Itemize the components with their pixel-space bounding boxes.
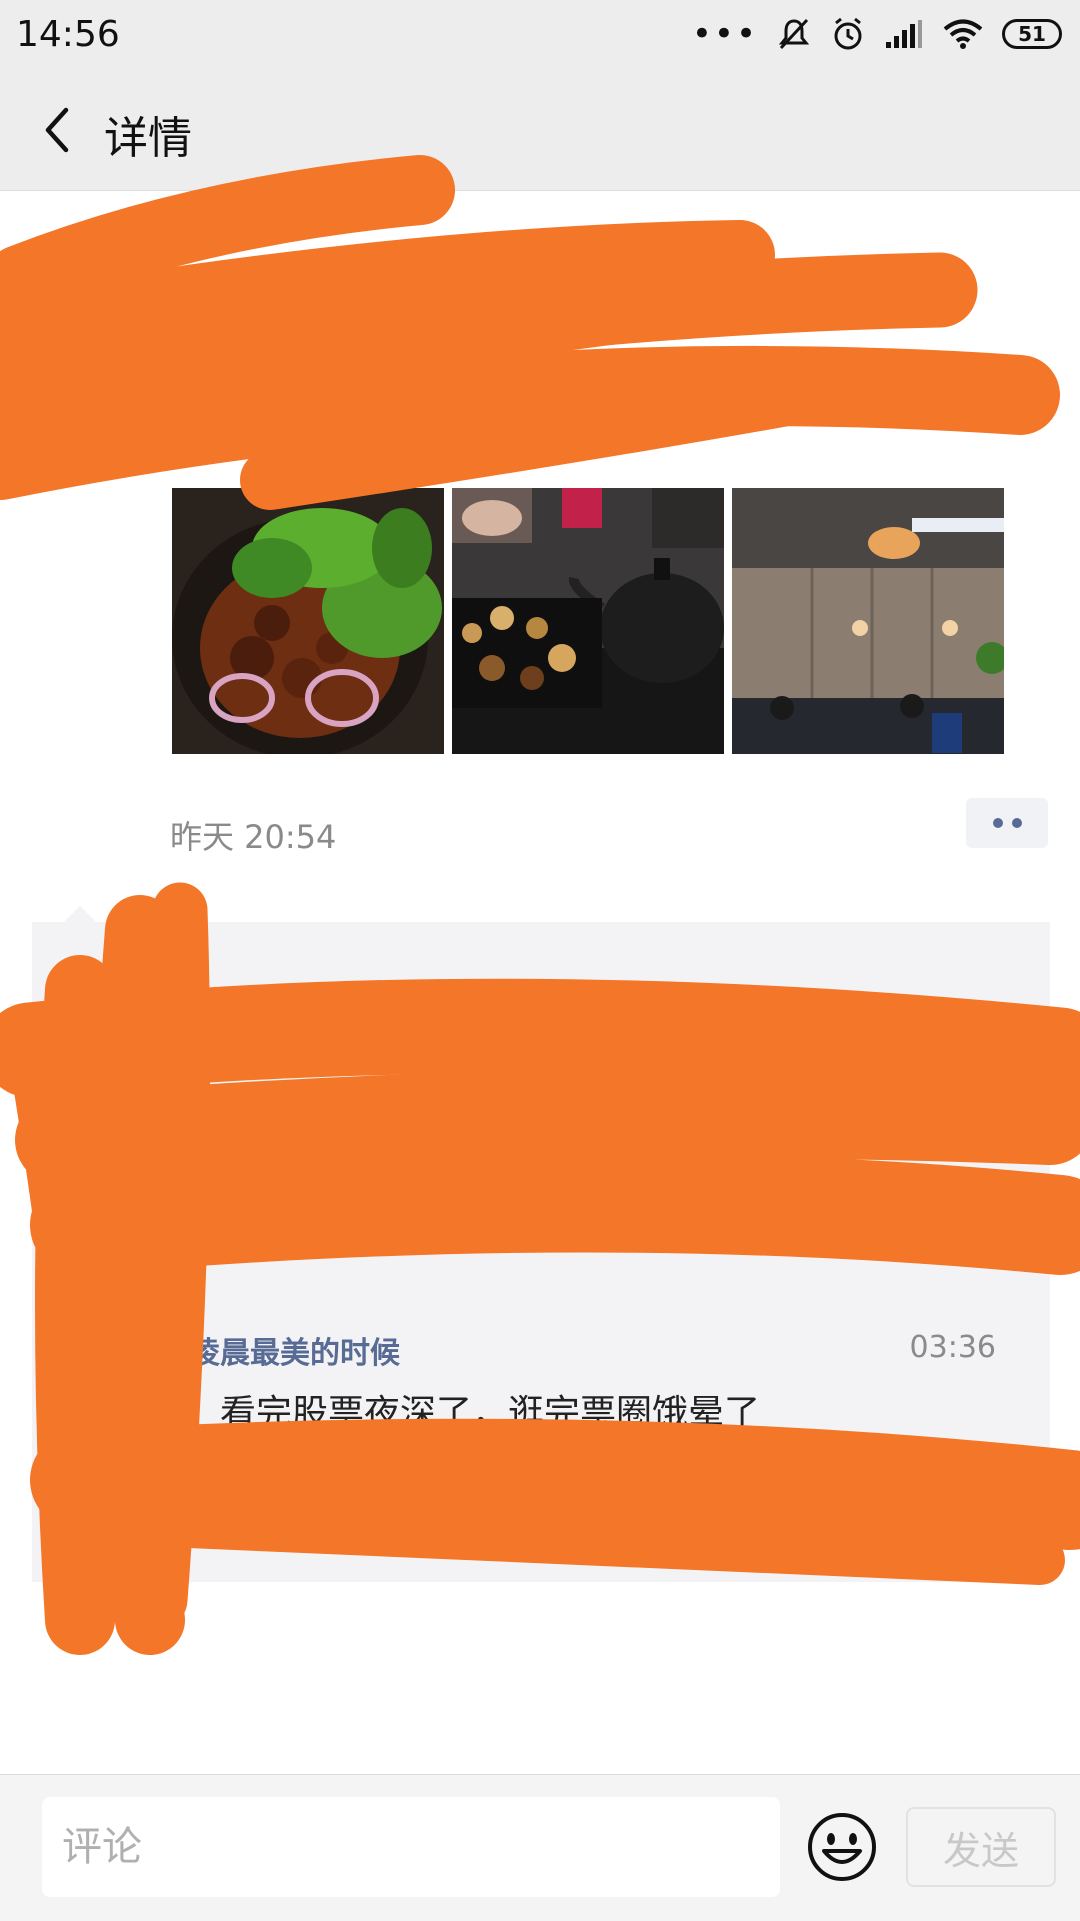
mute-icon: [778, 18, 810, 50]
comment-input-bar: 发送: [0, 1774, 1080, 1921]
battery-level: 51: [1018, 22, 1046, 46]
more-options-button[interactable]: [966, 798, 1048, 848]
comment-time: 03:36: [909, 1330, 996, 1365]
more-dots-icon: •••: [691, 14, 758, 54]
signal-icon: [886, 20, 922, 48]
status-bar: 14:56 ••• 51: [0, 0, 1080, 70]
chevron-left-icon[interactable]: [30, 100, 90, 160]
restaurant-interior-photo[interactable]: [732, 488, 1004, 754]
page-title: 详情: [104, 113, 192, 164]
top-navigation-bar: 详情: [0, 70, 1080, 191]
emoji-icon[interactable]: [806, 1811, 878, 1883]
battery-icon: 51: [1002, 19, 1062, 49]
alarm-icon: [834, 17, 862, 50]
photo-grid: [172, 488, 1004, 754]
teapot-table-photo[interactable]: [452, 488, 724, 754]
wifi-icon: [943, 19, 983, 49]
clay-pot-dish-photo[interactable]: [172, 488, 444, 754]
dot-icon: [1011, 818, 1022, 828]
avatar[interactable]: [36, 250, 136, 350]
post-author-name[interactable]: 实验做: [170, 290, 290, 348]
comment-text[interactable]: 看完股票夜深了，逛完票圈饿晕了: [220, 1384, 760, 1436]
status-icons: ••• 51: [692, 14, 1062, 54]
comment-section: [32, 906, 1050, 1582]
status-time: 14:56: [16, 14, 120, 55]
post-timestamp: 昨天 20:54: [170, 818, 337, 856]
dot-icon: [992, 818, 1003, 828]
comment-author[interactable]: 凌晨最美的时候: [190, 1328, 400, 1372]
comment-input[interactable]: [42, 1797, 780, 1897]
send-button[interactable]: 发送: [906, 1807, 1056, 1887]
